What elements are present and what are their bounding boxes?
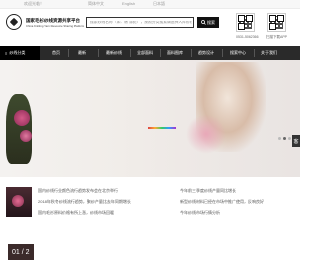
main-nav: ≡ 纱线分类 首页 最新 最新纱线 全部面料 面料图库 趋势设计 搜索中心 关于… bbox=[0, 46, 300, 60]
nav-item-home[interactable]: 首页 bbox=[52, 46, 60, 60]
lang-link-zh[interactable]: 简体中文 bbox=[88, 2, 104, 6]
nav-item-gallery[interactable]: 面料图库 bbox=[167, 46, 183, 60]
search-button[interactable]: 搜索 bbox=[197, 17, 219, 28]
news-item[interactable]: 今年纱线市场行情分析 bbox=[180, 211, 220, 215]
search-input[interactable]: 搜索纱线名称（如：棉 涤纶），按照分类搜索请选择入库纱线搜索 bbox=[86, 17, 194, 28]
nav-item-latest[interactable]: 最新 bbox=[78, 46, 86, 60]
nav-divider bbox=[98, 49, 99, 57]
banner-dot[interactable] bbox=[278, 137, 281, 140]
nav-divider bbox=[130, 49, 131, 57]
nav-item-search-center[interactable]: 搜索中心 bbox=[230, 46, 246, 60]
news-item[interactable]: 国内纱线行业颜色流行趋势发布会在北京举行 bbox=[38, 189, 118, 193]
news-item[interactable]: 国内毛衫原料价格有所上涨，纱线市场回暖 bbox=[38, 211, 114, 215]
banner-dot[interactable] bbox=[288, 137, 291, 140]
search-placeholder: 搜索纱线名称（如：棉 涤纶），按照分类搜索请选择入库纱线搜索 bbox=[90, 21, 192, 24]
nav-divider bbox=[254, 49, 255, 57]
nav-item-categories[interactable]: ≡ 纱线分类 bbox=[0, 46, 40, 60]
news-item[interactable]: 新型纱线材料已经在市场中推广使用，反响良好 bbox=[180, 200, 264, 204]
news-item[interactable]: 今年前三季度纱线产量同比增长 bbox=[180, 189, 236, 193]
banner-plant-image bbox=[6, 94, 32, 164]
hero-banner[interactable] bbox=[0, 60, 300, 177]
search-icon bbox=[201, 20, 206, 25]
date-text: 01 / 2 bbox=[12, 249, 30, 256]
site-logo[interactable]: 国家毛衫纱线资源共享平台 China Knitting Yarn Resourc… bbox=[6, 14, 84, 32]
date-badge: 01 / 2 bbox=[8, 244, 34, 260]
banner-pagination bbox=[278, 137, 291, 140]
nav-item-fabrics[interactable]: 全部面料 bbox=[137, 46, 153, 60]
banner-flower-image bbox=[14, 110, 30, 126]
qr-code-app bbox=[267, 13, 286, 32]
logo-subtitle: China Knitting Yarn Resource Sharing Pla… bbox=[26, 24, 85, 28]
qr-code-phone bbox=[236, 13, 255, 32]
news-item[interactable]: 2018年秋冬纱线流行趋势，聚纱产量比去年同期增长 bbox=[38, 200, 131, 204]
lang-link-ja[interactable]: 日本語 bbox=[153, 2, 165, 6]
search-button-label: 搜索 bbox=[207, 19, 215, 25]
qr-caption-app: 扫描下载APP bbox=[266, 35, 288, 39]
banner-blossom-image bbox=[186, 114, 226, 154]
welcome-text: 欢迎光临！ bbox=[24, 1, 44, 6]
nav-divider bbox=[160, 49, 161, 57]
lang-link-en[interactable]: English bbox=[122, 2, 135, 6]
nav-divider bbox=[191, 49, 192, 57]
news-thumbnail[interactable] bbox=[6, 187, 32, 217]
nav-divider bbox=[222, 49, 223, 57]
nav-item-trend[interactable]: 趋势设计 bbox=[198, 46, 214, 60]
qr-caption-phone: 0531-5062366 bbox=[236, 35, 259, 39]
nav-item-new-yarn[interactable]: 最新纱线 bbox=[106, 46, 122, 60]
nav-item-about[interactable]: 关于我们 bbox=[261, 46, 277, 60]
banner-flower-image bbox=[20, 130, 32, 142]
banner-dot-active[interactable] bbox=[283, 137, 286, 140]
top-bar bbox=[0, 0, 300, 9]
logo-mark-icon bbox=[6, 14, 22, 30]
customer-service-button[interactable]: 客 bbox=[292, 135, 300, 147]
nav-divider bbox=[68, 49, 69, 57]
color-strip bbox=[148, 127, 176, 129]
menu-icon: ≡ bbox=[5, 50, 8, 56]
